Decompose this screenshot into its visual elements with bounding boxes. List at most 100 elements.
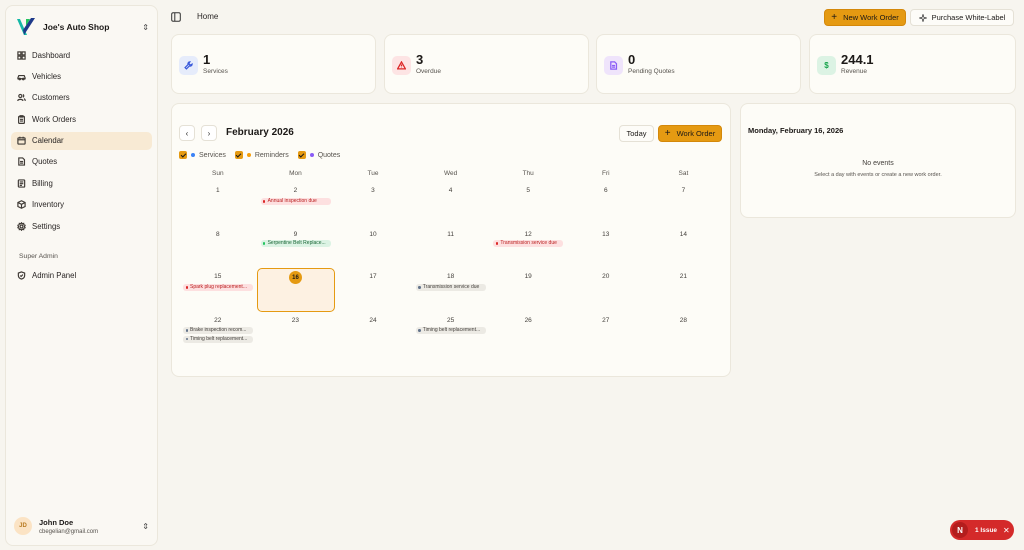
- sidebar-item-admin-panel[interactable]: Admin Panel: [11, 266, 152, 284]
- sidebar-item-dashboard[interactable]: Dashboard: [11, 46, 152, 64]
- box-icon: [17, 200, 26, 210]
- sidebar: Joe's Auto Shop ⇕ Dashboard Vehicles Custo…: [5, 5, 158, 546]
- sparkle-icon: [918, 13, 927, 22]
- day-number: 12: [524, 231, 532, 238]
- day-number: 17: [369, 273, 377, 280]
- day-cell[interactable]: 7: [645, 183, 723, 227]
- filter-services[interactable]: Services: [179, 151, 226, 159]
- document-icon: [18, 157, 26, 167]
- day-cell[interactable]: 28: [645, 313, 723, 357]
- sidebar-item-label: Quotes: [32, 157, 58, 167]
- day-cell[interactable]: 15: [179, 269, 257, 313]
- day-cell[interactable]: 14: [645, 227, 723, 271]
- weekday-header: Mon: [289, 170, 302, 177]
- sidebar-item-customers[interactable]: Customers: [11, 89, 152, 107]
- sidebar-item-work-orders[interactable]: Work Orders: [11, 110, 152, 128]
- sidebar-item-calendar[interactable]: Calendar: [11, 131, 152, 150]
- day-cell[interactable]: 3: [334, 183, 412, 227]
- day-number: 15: [214, 273, 222, 280]
- day-cell[interactable]: 1: [179, 183, 257, 227]
- calendar-icon: [17, 136, 26, 145]
- stat-icon: [179, 56, 198, 75]
- add-work-order-button[interactable]: + Work Order: [658, 125, 722, 142]
- calendar-event[interactable]: Transmission service due: [493, 240, 564, 247]
- checkbox-checked-icon[interactable]: [297, 151, 306, 159]
- button-label: Purchase White-Label: [931, 13, 1006, 22]
- logo-icon: [17, 18, 35, 35]
- day-cell[interactable]: 12: [489, 227, 567, 271]
- calendar-event[interactable]: Spark plug replacement...: [183, 284, 253, 291]
- calendar-event[interactable]: Timing belt replacement...: [415, 327, 486, 334]
- empty-state-subtitle: Select a day with events or create a new…: [814, 172, 942, 178]
- day-cell[interactable]: 11: [412, 227, 490, 271]
- day-cell[interactable]: 20: [567, 269, 645, 313]
- day-cell[interactable]: 25: [412, 313, 490, 357]
- user-menu[interactable]: JD John Doe cbegelian@gmail.com ⇕: [14, 515, 149, 537]
- chevrons-updown-icon: ⇕: [142, 521, 149, 531]
- day-cell[interactable]: 9: [257, 227, 335, 271]
- purchase-white-label-button[interactable]: Purchase White-Label: [910, 9, 1014, 26]
- dashboard-icon: [17, 50, 26, 60]
- issue-badge[interactable]: N 1 Issue ✕: [950, 520, 1014, 540]
- calendar-event[interactable]: Timing belt replacement...: [183, 335, 253, 343]
- calendar-event[interactable]: Annual inspection due: [260, 198, 331, 205]
- day-cell[interactable]: 19: [489, 269, 567, 313]
- day-cell[interactable]: 27: [567, 313, 645, 357]
- close-icon[interactable]: ✕: [1003, 526, 1010, 535]
- stat-card-pending-quotes: 0 Pending Quotes: [596, 34, 801, 94]
- sidebar-item-quotes[interactable]: Quotes: [11, 153, 152, 171]
- plus-icon: +: [664, 127, 671, 139]
- stat-icon: [604, 56, 623, 75]
- stat-label: Revenue: [841, 68, 868, 75]
- document-icon: [610, 61, 618, 70]
- day-cell[interactable]: 4: [412, 183, 490, 227]
- new-work-order-button[interactable]: + New Work Order: [824, 9, 906, 26]
- day-cell[interactable]: 24: [334, 313, 412, 357]
- day-cell[interactable]: 2: [257, 183, 335, 227]
- day-number: 11: [447, 231, 454, 238]
- next-month-button[interactable]: ›: [201, 125, 217, 141]
- sidebar-item-label: Customers: [32, 93, 70, 103]
- day-number: 20: [602, 273, 610, 280]
- sidebar-item-settings[interactable]: Settings: [11, 217, 152, 235]
- breadcrumb[interactable]: Home: [197, 12, 218, 21]
- stat-card-overdue: 3 Overdue: [384, 34, 589, 94]
- day-cell[interactable]: 8: [179, 227, 257, 271]
- calendar-event[interactable]: Serpentine Belt Replace...: [260, 240, 331, 247]
- day-cell[interactable]: 23: [257, 313, 335, 357]
- filter-reminders[interactable]: Reminders: [234, 151, 289, 159]
- day-cell[interactable]: 26: [489, 313, 567, 357]
- day-cell[interactable]: 17: [334, 269, 412, 313]
- sidebar-item-billing[interactable]: Billing: [11, 174, 152, 192]
- shop-switcher[interactable]: Joe's Auto Shop ⇕: [15, 15, 149, 39]
- today-button[interactable]: Today: [619, 125, 654, 142]
- checkbox-checked-icon[interactable]: [179, 151, 187, 159]
- day-cell[interactable]: 6: [567, 183, 645, 227]
- day-number: 25: [446, 317, 455, 324]
- prev-month-button[interactable]: ‹: [179, 125, 195, 141]
- empty-state-title: No events: [862, 160, 894, 167]
- checkbox-checked-icon[interactable]: [234, 151, 243, 159]
- day-cell[interactable]: 10: [334, 227, 412, 271]
- sidebar-item-vehicles[interactable]: Vehicles: [11, 67, 152, 85]
- button-label: Work Order: [676, 129, 716, 138]
- sidebar-item-label: Work Orders: [32, 114, 77, 124]
- day-cell[interactable]: 13: [567, 227, 645, 271]
- day-number: 14: [679, 231, 687, 238]
- calendar-event[interactable]: Transmission service due: [415, 284, 486, 291]
- button-label: New Work Order: [843, 13, 899, 22]
- sidebar-toggle-icon[interactable]: [171, 12, 181, 22]
- shop-name: Joe's Auto Shop: [43, 22, 110, 32]
- calendar-event[interactable]: Brake inspection recom...: [183, 327, 253, 334]
- day-cell[interactable]: 5: [489, 183, 567, 227]
- day-number: 28: [679, 317, 687, 324]
- weekday-header: Sat: [678, 170, 689, 177]
- filter-quotes[interactable]: Quotes: [297, 151, 340, 159]
- day-cell[interactable]: 21: [645, 269, 723, 313]
- day-number: 1: [215, 187, 220, 194]
- sidebar-item-inventory[interactable]: Inventory: [11, 196, 152, 214]
- day-cell[interactable]: 18: [412, 269, 490, 313]
- sidebar-item-label: Billing: [32, 178, 53, 188]
- day-number: 24: [369, 317, 377, 324]
- sidebar-item-label: Inventory: [32, 200, 65, 210]
